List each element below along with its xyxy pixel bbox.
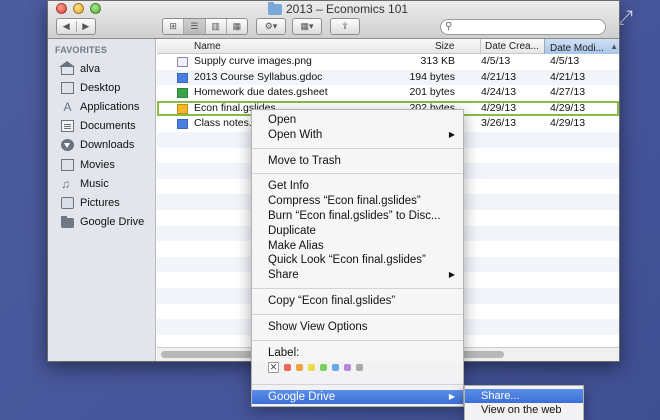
- sidebar-item-movies[interactable]: Movies: [48, 155, 155, 174]
- menu-separator: [252, 287, 463, 289]
- sidebar-heading: FAVORITES: [55, 45, 108, 55]
- icon-view-button[interactable]: ⊞: [163, 19, 185, 34]
- label-yellow-button[interactable]: [308, 364, 315, 372]
- music-icon: ♫: [61, 176, 70, 191]
- gdoc-file-icon: [177, 119, 188, 130]
- gsheet-file-icon: [177, 88, 188, 99]
- sidebar-item-google-drive[interactable]: Google Drive: [48, 213, 155, 232]
- no-label-button[interactable]: ✕: [268, 362, 279, 374]
- sidebar-item-music[interactable]: ♫ Music: [48, 174, 155, 193]
- google-drive-submenu: Share... View on the web: [464, 385, 584, 420]
- submenu-item-view-on-web[interactable]: View on the web: [465, 403, 583, 417]
- movies-icon: [61, 158, 74, 171]
- menu-separator: [252, 313, 463, 315]
- gslides-file-icon: [177, 103, 188, 114]
- menu-item-quick-look[interactable]: Quick Look “Econ final.gslides”: [252, 253, 463, 268]
- table-row[interactable]: Homework due dates.gsheet 201 bytes 4/24…: [157, 85, 619, 101]
- menu-item-compress[interactable]: Compress “Econ final.gslides”: [252, 194, 463, 209]
- applications-icon: A: [63, 99, 72, 114]
- label-blue-button[interactable]: [332, 364, 339, 372]
- label-heading: Label:: [268, 346, 300, 359]
- sidebar-item-pictures[interactable]: Pictures: [48, 193, 155, 212]
- context-menu: Open Open With ▶ Move to Trash Get Info …: [251, 109, 464, 407]
- home-icon: [59, 60, 75, 75]
- close-button[interactable]: [56, 3, 67, 14]
- action-menu-button[interactable]: ⚙▾: [256, 18, 286, 35]
- window-title-text: 2013 – Economics 101: [286, 2, 409, 16]
- label-purple-button[interactable]: [344, 364, 351, 372]
- list-view-button[interactable]: ☰: [184, 19, 206, 34]
- submenu-arrow-icon: ▶: [448, 391, 455, 401]
- title-bar: 2013 – Economics 101 ◀ ▶ ⊞ ☰ ▥ ▦ ⚙▾ ▦▾ ⇪…: [48, 1, 619, 39]
- forward-button[interactable]: ▶: [77, 21, 96, 32]
- menu-item-open[interactable]: Open: [252, 113, 463, 128]
- search-input[interactable]: ⚲: [440, 19, 606, 35]
- menu-separator: [252, 339, 463, 341]
- submenu-arrow-icon: ▶: [448, 270, 455, 280]
- menu-item-share[interactable]: Share ▶: [252, 268, 463, 283]
- column-date-modified[interactable]: Date Modi... ▲: [544, 39, 619, 54]
- menu-item-show-view-options[interactable]: Show View Options: [252, 320, 463, 335]
- sidebar-item-desktop[interactable]: Desktop: [48, 78, 155, 97]
- documents-icon: [61, 120, 74, 133]
- window-title: 2013 – Economics 101: [268, 1, 409, 16]
- minimize-button[interactable]: [73, 3, 84, 14]
- menu-item-get-info[interactable]: Get Info: [252, 179, 463, 194]
- back-forward-control: ◀ ▶: [56, 18, 96, 35]
- menu-item-copy[interactable]: Copy “Econ final.gslides”: [252, 294, 463, 309]
- view-mode-control: ⊞ ☰ ▥ ▦: [162, 18, 248, 35]
- arrange-button[interactable]: ▦▾: [292, 18, 322, 35]
- sidebar: FAVORITES alva Desktop A Applications Do…: [48, 39, 156, 361]
- back-button[interactable]: ◀: [57, 21, 77, 32]
- menu-separator: [252, 173, 463, 175]
- label-orange-button[interactable]: [296, 364, 303, 372]
- label-green-button[interactable]: [320, 364, 327, 372]
- column-name[interactable]: Name: [194, 41, 221, 52]
- pictures-icon: [61, 196, 74, 209]
- label-red-button[interactable]: [284, 364, 291, 372]
- cover-flow-button[interactable]: ▦: [227, 19, 247, 34]
- menu-separator: [252, 383, 463, 385]
- sidebar-item-applications[interactable]: A Applications: [48, 97, 155, 116]
- folder-icon: [268, 1, 282, 15]
- menu-item-duplicate[interactable]: Duplicate: [252, 224, 463, 239]
- column-view-button[interactable]: ▥: [206, 19, 227, 34]
- menu-item-make-alias[interactable]: Make Alias: [252, 239, 463, 254]
- menu-item-move-to-trash[interactable]: Move to Trash: [252, 154, 463, 169]
- downloads-icon: [61, 139, 74, 152]
- sidebar-item-documents[interactable]: Documents: [48, 117, 155, 136]
- label-color-picker: ✕: [252, 360, 463, 376]
- table-row[interactable]: Supply curve images.png 313 KB 4/5/13 4/…: [157, 54, 619, 70]
- column-header: Name Size Date Crea... Date Modi... ▲: [157, 39, 619, 54]
- sidebar-item-alva[interactable]: alva: [48, 59, 155, 78]
- menu-item-burn[interactable]: Burn “Econ final.gslides” to Disc...: [252, 209, 463, 224]
- zoom-button[interactable]: [90, 3, 101, 14]
- submenu-item-share[interactable]: Share...: [465, 389, 583, 403]
- sidebar-item-downloads[interactable]: Downloads: [48, 136, 155, 155]
- label-gray-button[interactable]: [356, 364, 363, 372]
- sort-ascending-icon: ▲: [610, 42, 618, 51]
- png-file-icon: [177, 57, 188, 67]
- gdoc-file-icon: [177, 72, 188, 83]
- column-size[interactable]: Size: [435, 41, 454, 52]
- desktop-icon: [61, 81, 74, 94]
- menu-item-open-with[interactable]: Open With ▶: [252, 128, 463, 143]
- submenu-arrow-icon: ▶: [448, 129, 455, 139]
- search-icon: ⚲: [445, 21, 453, 32]
- menu-separator: [252, 147, 463, 149]
- share-button[interactable]: ⇪: [330, 18, 360, 35]
- table-row[interactable]: 2013 Course Syllabus.gdoc 194 bytes 4/21…: [157, 69, 619, 86]
- column-date-created[interactable]: Date Crea...: [480, 39, 539, 54]
- menu-item-google-drive[interactable]: Google Drive ▶: [252, 389, 463, 405]
- google-drive-folder-icon: [61, 216, 74, 229]
